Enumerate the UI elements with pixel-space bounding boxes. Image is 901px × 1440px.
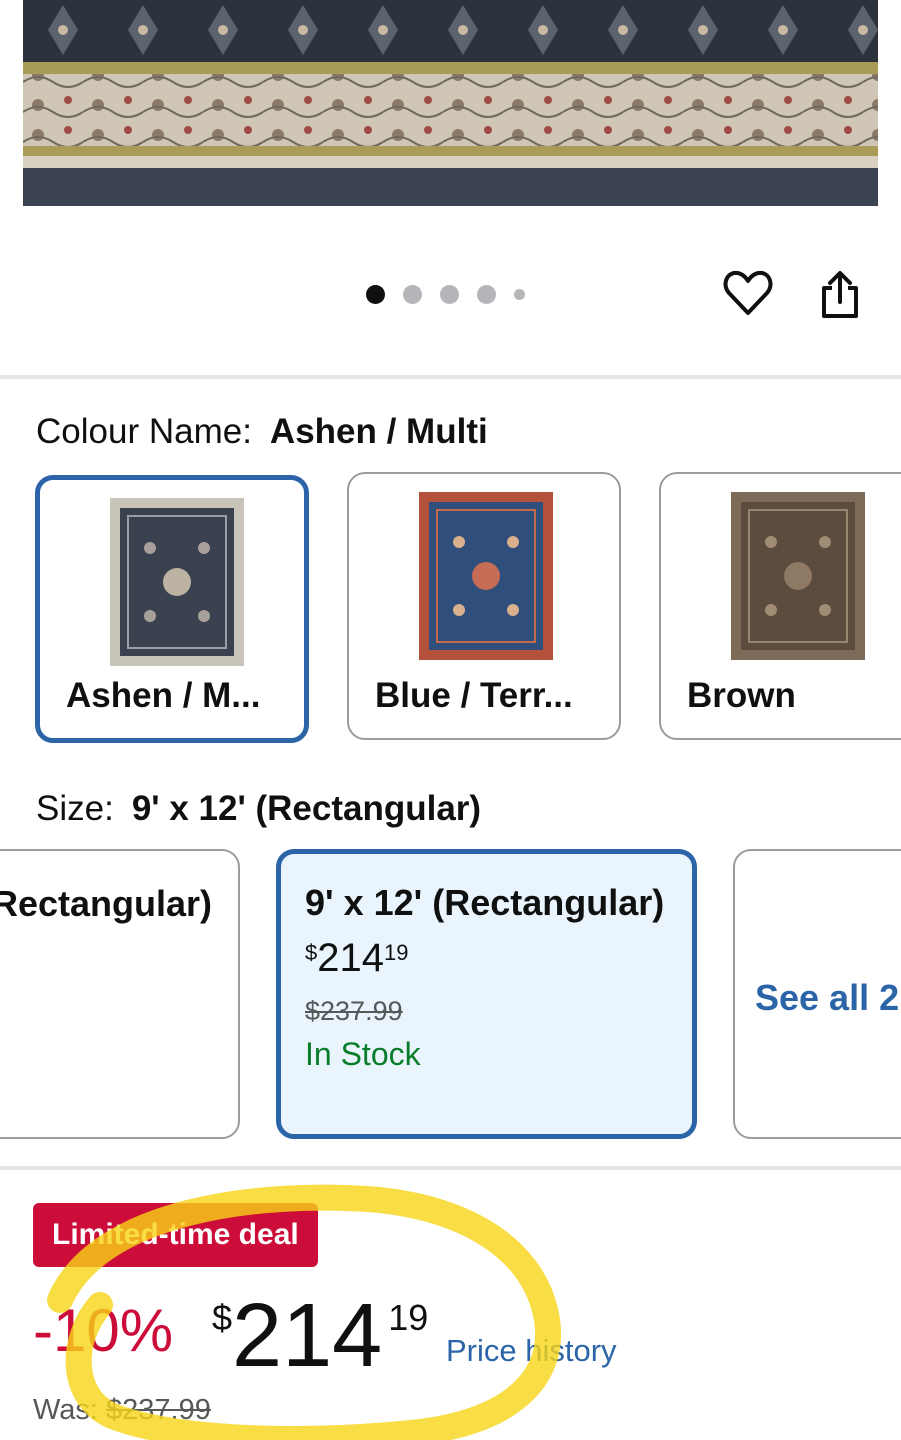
price-cents: 19 [388,1297,429,1338]
deal-price: $214 19 [212,1285,428,1388]
size-option-price: $21419 [305,936,408,981]
product-image[interactable] [23,0,878,206]
carousel-dot[interactable] [366,284,385,304]
price-history-link[interactable]: Price history [446,1333,617,1369]
carousel-dot[interactable] [477,284,496,304]
swatch-thumbnail [419,492,553,660]
limited-time-deal-badge: Limited-time deal [33,1203,318,1267]
swatch-thumbnail [110,498,244,666]
swatch-thumbnail [731,492,865,660]
size-option-was-price: $237.99 [305,996,403,1026]
size-option-card-selected[interactable]: 9' x 12' (Rectangular) $21419 $237.99 In… [276,849,697,1139]
colour-swatch-brown[interactable]: Brown [659,472,901,740]
size-selected-value: 9' x 12' (Rectangular) [131,789,482,828]
colour-label: Colour Name: Ashen / Multi [36,412,488,452]
price-cents: 19 [384,940,409,965]
colour-selected-value: Ashen / Multi [269,412,488,451]
was-price: Was: $237.99 [33,1394,211,1427]
was-value: $237.99 [106,1394,211,1426]
see-all-link[interactable]: See all 2 [755,977,899,1019]
size-option-card[interactable]: Rectangular) [0,849,240,1139]
swatch-label: Ashen / M... [66,676,261,715]
heart-icon[interactable] [722,267,774,319]
size-key: Size: [36,789,114,828]
colour-swatch-ashen[interactable]: Ashen / M... [35,475,309,743]
price-whole: 214 [317,936,384,980]
size-option-label: 9' x 12' (Rectangular) [305,882,665,923]
currency-symbol: $ [212,1297,233,1338]
share-icon[interactable] [814,268,866,320]
swatch-label: Blue / Terr... [375,676,573,715]
divider [0,1166,901,1170]
swatch-label: Brown [687,676,796,715]
carousel-dot[interactable] [403,284,422,304]
colour-key: Colour Name: [36,412,252,451]
carousel-dot[interactable] [514,288,525,300]
price-whole: 214 [232,1286,383,1386]
discount-percent: -10% [33,1297,174,1364]
see-all-card[interactable]: See all 2 [733,849,901,1139]
currency-symbol: $ [305,940,318,965]
carousel-dots [366,284,525,304]
divider [0,375,901,379]
size-label: Size: 9' x 12' (Rectangular) [36,789,481,829]
was-label: Was: [33,1394,98,1426]
carousel-dot[interactable] [440,284,459,304]
stock-status: In Stock [305,1036,421,1072]
colour-swatch-blue[interactable]: Blue / Terr... [347,472,621,740]
size-option-label: Rectangular) [0,883,212,924]
